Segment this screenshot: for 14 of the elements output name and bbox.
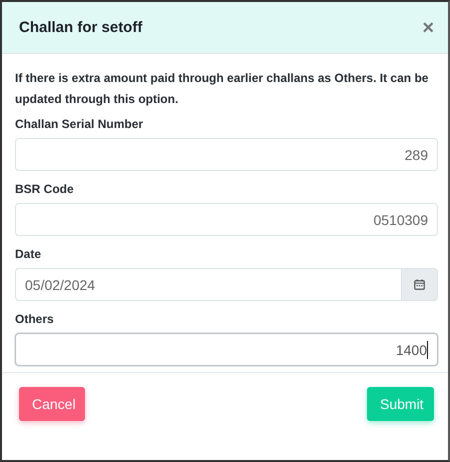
field-label: BSR Code xyxy=(15,181,75,198)
field-label: Others xyxy=(15,311,55,328)
dialog-title: Challan for setoff xyxy=(19,19,142,36)
close-button[interactable]: × xyxy=(418,18,438,38)
calendar-button[interactable] xyxy=(402,268,438,301)
field-label: Challan Serial Number xyxy=(15,116,144,133)
cancel-button[interactable]: Cancel xyxy=(19,387,85,421)
input-field[interactable]: 0510309 xyxy=(15,203,438,236)
field-label: Date xyxy=(15,246,42,263)
input-field[interactable]: 1400 xyxy=(15,333,438,366)
date-field[interactable]: 05/02/2024 xyxy=(15,268,402,301)
description-text: If there is extra amount paid through earlier challans as Others. It can be updated through this option. xyxy=(15,70,430,108)
input-field[interactable]: 289 xyxy=(15,138,438,171)
calendar-icon xyxy=(414,279,425,290)
